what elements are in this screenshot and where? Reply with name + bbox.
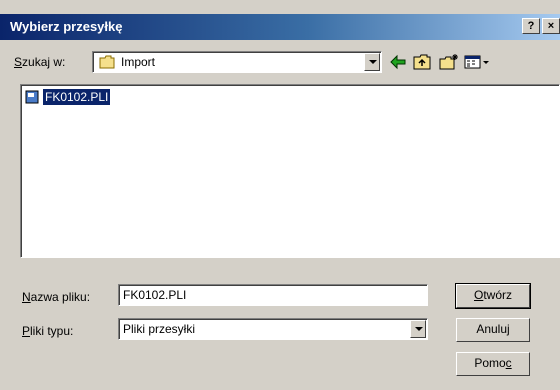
look-in-combo[interactable]: Import [92, 51, 382, 73]
open-button[interactable]: Otwórz [455, 283, 531, 309]
help-title-button[interactable]: ? [522, 18, 540, 34]
chevron-down-icon [415, 327, 423, 331]
filetype-label: Pliki typu: [22, 324, 74, 338]
cancel-button[interactable]: Anuluj [456, 318, 530, 342]
file-list[interactable]: FK0102.PLI [20, 84, 560, 258]
filetype-value: Pliki przesyłki [123, 322, 196, 336]
filename-input[interactable]: FK0102.PLI [118, 284, 428, 306]
dialog-title: Wybierz przesyłkę [10, 19, 123, 34]
file-item-name: FK0102.PLI [41, 88, 112, 106]
back-icon[interactable] [388, 53, 410, 71]
up-folder-icon[interactable] [412, 53, 434, 71]
chevron-down-icon [369, 60, 377, 64]
view-menu-icon[interactable] [464, 53, 492, 71]
title-bar[interactable]: Wybierz przesyłkę ? × [0, 14, 560, 40]
document-icon [25, 90, 39, 107]
look-in-dropdown-button[interactable] [364, 53, 380, 71]
filename-value: FK0102.PLI [123, 288, 187, 302]
new-folder-icon[interactable] [438, 53, 460, 71]
filetype-combo[interactable]: Pliki przesyłki [118, 318, 428, 340]
filetype-dropdown-button[interactable] [410, 320, 426, 338]
look-in-label: Szukaj w: [14, 55, 66, 69]
folder-icon [99, 55, 115, 72]
help-button[interactable]: Pomoc [456, 352, 530, 376]
open-file-dialog: Wybierz przesyłkę ? × Szukaj w: Import F… [0, 0, 560, 390]
filename-label: Nazwa pliku: [22, 290, 91, 304]
look-in-value: Import [121, 55, 156, 69]
close-title-button[interactable]: × [542, 18, 560, 34]
